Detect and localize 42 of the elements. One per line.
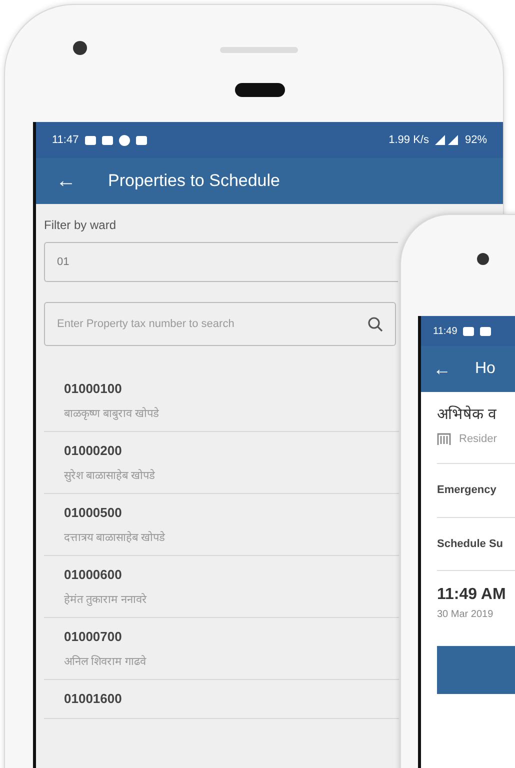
- owner-name: दत्तात्रय बाळासाहेब खोपडे: [64, 530, 166, 546]
- owner-name: बाळकृष्ण बाबुराव खोपडे: [64, 406, 160, 422]
- play-icon: [118, 134, 130, 146]
- property-number[interactable]: 01000600: [64, 565, 399, 584]
- ward-field[interactable]: 01: [44, 242, 398, 282]
- notification-icon: [136, 136, 147, 144]
- camera-icon: [73, 41, 87, 55]
- owner-name: अनिल शिवराम गाढवे: [64, 654, 148, 670]
- screen-title: Properties to Schedule: [108, 170, 280, 192]
- property-number[interactable]: 01000100: [64, 379, 399, 398]
- status-time: 11:47: [52, 132, 79, 148]
- back-button[interactable]: ←: [56, 166, 76, 196]
- property-number[interactable]: 01001600: [64, 689, 399, 708]
- schedule-date: 30 Mar 2019: [437, 608, 494, 622]
- property-number[interactable]: 01000500: [64, 503, 399, 522]
- filter-label: Filter by ward: [44, 217, 118, 234]
- property-number[interactable]: 01000700: [64, 627, 399, 646]
- owner-name: हेमंत तुकाराम ननावरे: [64, 592, 148, 608]
- search-input[interactable]: Enter Property tax number to search: [57, 316, 357, 332]
- battery-level: 92%: [464, 132, 487, 148]
- search-field[interactable]: Enter Property tax number to search: [44, 302, 396, 346]
- owner-name: सुरेश बाळासाहेब खोपडे: [64, 468, 156, 484]
- building-icon: [437, 432, 451, 446]
- status-time: 11:49: [433, 324, 458, 338]
- owner-name: अभिषेक व: [437, 404, 498, 425]
- action-button[interactable]: [437, 646, 515, 694]
- notification-icon: [84, 136, 96, 144]
- notification-icon: [463, 326, 474, 336]
- back-button[interactable]: ←: [433, 356, 451, 382]
- camera-icon: [477, 253, 489, 265]
- property-number[interactable]: 01000200: [64, 441, 399, 460]
- search-icon: [367, 316, 383, 332]
- network-speed: 1.99 K/s: [388, 132, 429, 148]
- screen-title: Ho: [475, 359, 496, 379]
- detail-label: Schedule Su: [437, 518, 515, 571]
- detail-label: Emergency: [437, 464, 515, 518]
- schedule-time: 11:49 AM: [437, 585, 507, 605]
- signal-icon: [434, 135, 459, 145]
- notification-icon: [102, 136, 113, 144]
- property-type: Resider: [459, 432, 497, 446]
- earpiece: [235, 83, 285, 97]
- notification-icon: [480, 326, 492, 336]
